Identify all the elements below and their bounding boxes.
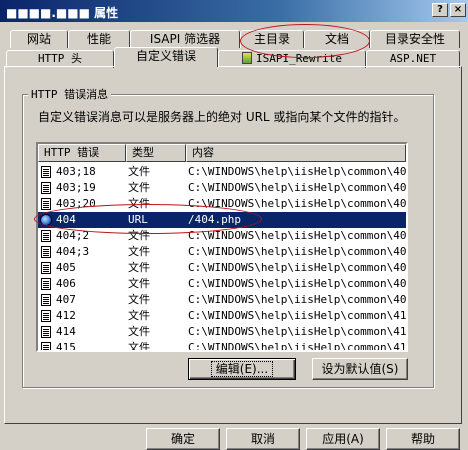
cell-type: 文件 bbox=[128, 229, 150, 242]
cell-content: /404.php bbox=[188, 213, 241, 226]
group-description: 自定义错误消息可以是服务器上的绝对 URL 或指向某个文件的指针。 bbox=[38, 110, 406, 124]
cell-content: C:\WINDOWS\help\iisHelp\common\405.h bbox=[188, 261, 408, 274]
cell-code: 412 bbox=[56, 309, 76, 322]
list-item[interactable]: 414 文件 C:\WINDOWS\help\iisHelp\common\414.… bbox=[38, 324, 406, 340]
file-icon bbox=[41, 166, 51, 178]
list-item[interactable]: 407 文件 C:\WINDOWS\help\iisHelp\common\407.… bbox=[38, 292, 406, 308]
list-item[interactable]: 405 文件 C:\WINDOWS\help\iisHelp\common\405.… bbox=[38, 260, 406, 276]
list-item[interactable]: 403;19 文件 C:\WINDOWS\help\iisHelp\common\4… bbox=[38, 180, 406, 196]
tab-home-directory[interactable]: 主目录 bbox=[240, 30, 304, 48]
file-icon bbox=[41, 182, 51, 194]
column-content[interactable]: 内容 bbox=[186, 144, 406, 162]
window-title: ■■■■.■■■ 属性 bbox=[6, 6, 119, 20]
ok-button[interactable]: 确定 bbox=[146, 428, 220, 450]
cell-code: 403;18 bbox=[56, 165, 96, 178]
file-icon bbox=[41, 342, 51, 350]
cell-type: URL bbox=[128, 213, 148, 226]
file-icon bbox=[41, 294, 51, 306]
error-list[interactable]: HTTP 错误 类型 内容 403;18 文件 C:\WINDOWS\help\ii… bbox=[36, 142, 408, 352]
file-icon bbox=[41, 198, 51, 210]
tab-website[interactable]: 网站 bbox=[10, 30, 68, 48]
cell-code: 404;3 bbox=[56, 245, 90, 258]
cell-content: C:\WINDOWS\help\iisHelp\common\415.h bbox=[188, 341, 408, 352]
cell-content: C:\WINDOWS\help\iisHelp\common\403.h bbox=[188, 181, 408, 194]
cancel-button[interactable]: 取消 bbox=[226, 428, 300, 450]
list-item[interactable]: 404 URL/404.php bbox=[38, 212, 406, 228]
list-item[interactable]: 406 文件 C:\WINDOWS\help\iisHelp\common\406.… bbox=[38, 276, 406, 292]
cell-code: 404;2 bbox=[56, 229, 90, 242]
set-default-button[interactable]: 设为默认值(S) bbox=[312, 358, 408, 380]
list-header: HTTP 错误 类型 内容 bbox=[38, 144, 406, 162]
file-icon bbox=[41, 262, 51, 274]
cell-type: 文件 bbox=[128, 197, 150, 210]
file-icon bbox=[41, 310, 51, 322]
title-bar: ■■■■.■■■ 属性 ? × bbox=[0, 0, 468, 22]
cell-code: 406 bbox=[56, 277, 76, 290]
tab-isapi-rewrite-label: ISAPI_Rewrite bbox=[255, 52, 343, 65]
help-button[interactable]: 帮助 bbox=[386, 428, 460, 450]
cell-code: 407 bbox=[56, 293, 76, 306]
cell-type: 文件 bbox=[128, 325, 150, 338]
list-item[interactable]: 412 文件 C:\WINDOWS\help\iisHelp\common\412.… bbox=[38, 308, 406, 324]
apply-button[interactable]: 应用(A) bbox=[306, 428, 380, 450]
close-title-button[interactable]: × bbox=[450, 3, 466, 17]
list-item[interactable]: 415 文件 C:\WINDOWS\help\iisHelp\common\415.… bbox=[38, 340, 408, 352]
cell-content: C:\WINDOWS\help\iisHelp\common\403.h bbox=[188, 165, 408, 178]
list-item[interactable]: 404;2 文件 C:\WINDOWS\help\iisHelp\common\40… bbox=[38, 228, 406, 244]
cell-content: C:\WINDOWS\help\iisHelp\common\403-... bbox=[188, 197, 407, 210]
list-item[interactable]: 403;20 文件 C:\WINDOWS\help\iisHelp\common\4… bbox=[38, 196, 406, 212]
cell-content: C:\WINDOWS\help\iisHelp\common\412.h bbox=[188, 309, 408, 322]
cell-code: 404 bbox=[56, 213, 76, 226]
cell-content: C:\WINDOWS\help\iisHelp\common\407.h bbox=[188, 293, 408, 306]
tab-custom-errors[interactable]: 自定义错误 bbox=[114, 47, 218, 67]
cell-type: 文件 bbox=[128, 277, 150, 290]
cell-code: 403;19 bbox=[56, 181, 96, 194]
cell-type: 文件 bbox=[128, 341, 150, 352]
cell-content: C:\WINDOWS\help\iisHelp\common\406.h bbox=[188, 277, 408, 290]
file-icon bbox=[41, 326, 51, 338]
cell-code: 403;20 bbox=[56, 197, 96, 210]
cell-code: 414 bbox=[56, 325, 76, 338]
cell-code: 415 bbox=[56, 341, 76, 352]
cell-type: 文件 bbox=[128, 165, 150, 178]
edit-button[interactable]: 编辑(E)... bbox=[188, 358, 296, 380]
column-type[interactable]: 类型 bbox=[126, 144, 186, 162]
cell-type: 文件 bbox=[128, 245, 150, 258]
list-item[interactable]: 403;18 文件 C:\WINDOWS\help\iisHelp\common\4… bbox=[38, 164, 406, 180]
file-icon bbox=[41, 278, 51, 290]
cell-code: 405 bbox=[56, 261, 76, 274]
isapi-rewrite-icon bbox=[241, 52, 252, 64]
help-title-button[interactable]: ? bbox=[432, 3, 448, 17]
cell-content: C:\WINDOWS\help\iisHelp\common\414.h bbox=[188, 325, 408, 338]
list-item[interactable]: 404;3 文件 C:\WINDOWS\help\iisHelp\common\40… bbox=[38, 244, 406, 260]
cell-type: 文件 bbox=[128, 261, 150, 274]
cell-content: C:\WINDOWS\help\iisHelp\common\404b.h bbox=[188, 229, 407, 242]
tab-directory-security[interactable]: 目录安全性 bbox=[370, 30, 460, 48]
url-icon bbox=[40, 214, 52, 226]
edit-button-label: 编辑(E)... bbox=[210, 361, 274, 377]
cell-content: C:\WINDOWS\help\iisHelp\common\404b.h bbox=[188, 245, 407, 258]
column-http-error[interactable]: HTTP 错误 bbox=[38, 144, 126, 162]
cell-type: 文件 bbox=[128, 309, 150, 322]
cell-type: 文件 bbox=[128, 293, 150, 306]
tab-performance[interactable]: 性能 bbox=[68, 30, 130, 48]
file-icon bbox=[41, 230, 51, 242]
group-label: HTTP 错误消息 bbox=[28, 86, 112, 102]
tab-documents[interactable]: 文档 bbox=[304, 30, 370, 48]
cell-type: 文件 bbox=[128, 181, 150, 194]
file-icon bbox=[41, 246, 51, 258]
tab-isapi-filters[interactable]: ISAPI 筛选器 bbox=[130, 30, 240, 48]
